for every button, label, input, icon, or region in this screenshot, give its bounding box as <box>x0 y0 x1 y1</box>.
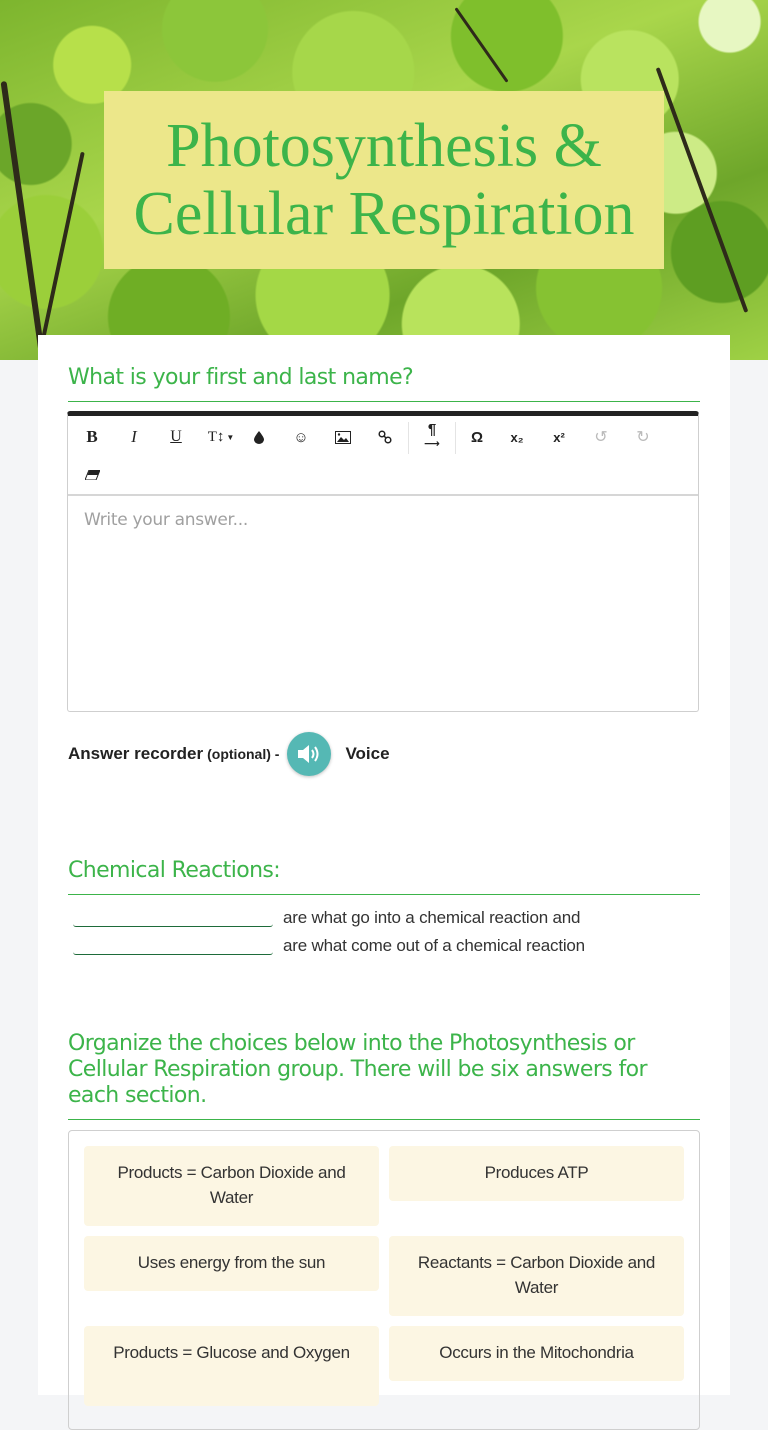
undo-button[interactable]: ↺ <box>586 424 616 450</box>
paragraph-direction-button[interactable]: ¶ ⟶ <box>417 421 447 450</box>
choice-chip[interactable]: Uses energy from the sun <box>84 1236 379 1291</box>
font-size-button[interactable]: T↕ ▼ <box>201 424 241 450</box>
caret-down-icon: ▼ <box>226 432 235 442</box>
underline-icon: U <box>170 428 182 445</box>
choice-chip[interactable]: Products = Carbon Dioxide and Water <box>84 1146 379 1226</box>
editor-toolbar: B I U T↕ ▼ ☺ ¶ ⟶ Ω x₂ x² ↺ ↻ <box>68 416 698 496</box>
smiley-icon: ☺ <box>293 428 309 446</box>
question-title-name: What is your first and last name? <box>68 365 700 402</box>
branch-decoration <box>655 67 749 313</box>
rich-text-editor: B I U T↕ ▼ ☺ ¶ ⟶ Ω x₂ x² ↺ ↻ Write your … <box>67 411 699 712</box>
choice-chip[interactable]: Products = Glucose and Oxygen <box>84 1326 379 1406</box>
question-title-organize: Organize the choices below into the Phot… <box>68 1031 700 1120</box>
pilcrow-icon: ¶ <box>427 421 437 438</box>
special-character-button[interactable]: Ω <box>462 424 492 450</box>
question-title-chemical-reactions: Chemical Reactions: <box>68 858 700 895</box>
droplet-icon <box>254 430 264 444</box>
choice-chip[interactable]: Occurs in the Mitochondria <box>389 1326 684 1381</box>
speaker-icon <box>298 745 319 763</box>
insert-link-button[interactable] <box>370 424 400 450</box>
italic-button[interactable]: I <box>119 424 149 450</box>
choice-chip[interactable]: Produces ATP <box>389 1146 684 1201</box>
superscript-icon: x² <box>553 429 565 445</box>
bold-button[interactable]: B <box>77 424 107 450</box>
recorder-label: Answer recorder <box>68 744 204 763</box>
superscript-button[interactable]: x² <box>544 424 574 450</box>
text-color-button[interactable] <box>244 424 274 450</box>
choice-chip[interactable]: Reactants = Carbon Dioxide and Water <box>389 1236 684 1316</box>
fill-blank-row: are what go into a chemical reaction and <box>68 908 580 928</box>
branch-decoration <box>0 80 46 360</box>
toolbar-divider <box>455 422 456 454</box>
voice-record-button[interactable] <box>287 732 332 776</box>
blank-input-products[interactable] <box>73 936 273 955</box>
branch-decoration <box>454 7 509 83</box>
title-line-2: Cellular Respiration <box>133 180 635 248</box>
arrow-right-icon: ⟶ <box>424 438 440 450</box>
worksheet-card: What is your first and last name? B I U … <box>38 335 730 1430</box>
choices-pool: Products = Carbon Dioxide and Water Prod… <box>68 1130 700 1430</box>
link-icon <box>378 430 392 444</box>
underline-button[interactable]: U <box>161 424 191 450</box>
answer-recorder: Answer recorder (optional) - Voice <box>68 732 390 776</box>
voice-label: Voice <box>345 744 390 763</box>
blank-input-reactants[interactable] <box>73 908 273 927</box>
font-size-icon: T↕ <box>207 428 225 445</box>
fill-blank-row: are what come out of a chemical reaction <box>68 936 585 956</box>
eraser-icon <box>84 470 100 480</box>
subscript-icon: x₂ <box>510 429 524 445</box>
bold-icon: B <box>86 427 98 446</box>
omega-icon: Ω <box>470 428 484 446</box>
redo-icon: ↻ <box>636 429 650 446</box>
image-icon <box>335 430 351 444</box>
undo-icon: ↺ <box>594 429 608 446</box>
italic-icon: I <box>131 427 137 446</box>
redo-button[interactable]: ↻ <box>628 424 658 450</box>
page-title-box: Photosynthesis & Cellular Respiration <box>104 91 664 269</box>
clear-formatting-button[interactable] <box>77 462 107 488</box>
insert-image-button[interactable] <box>328 424 358 450</box>
toolbar-divider <box>408 422 409 454</box>
subscript-button[interactable]: x₂ <box>502 424 532 450</box>
emoji-button[interactable]: ☺ <box>286 424 316 450</box>
blank-sentence: are what go into a chemical reaction and <box>283 908 581 927</box>
blank-sentence: are what come out of a chemical reaction <box>283 936 585 955</box>
recorder-optional-label: (optional) - <box>207 746 280 762</box>
answer-textarea[interactable]: Write your answer... <box>68 496 698 544</box>
title-line-1: Photosynthesis & <box>166 112 602 180</box>
page-title: Photosynthesis & Cellular Respiration <box>133 112 634 248</box>
branch-decoration <box>39 151 85 349</box>
header-banner: Photosynthesis & Cellular Respiration <box>0 0 768 360</box>
